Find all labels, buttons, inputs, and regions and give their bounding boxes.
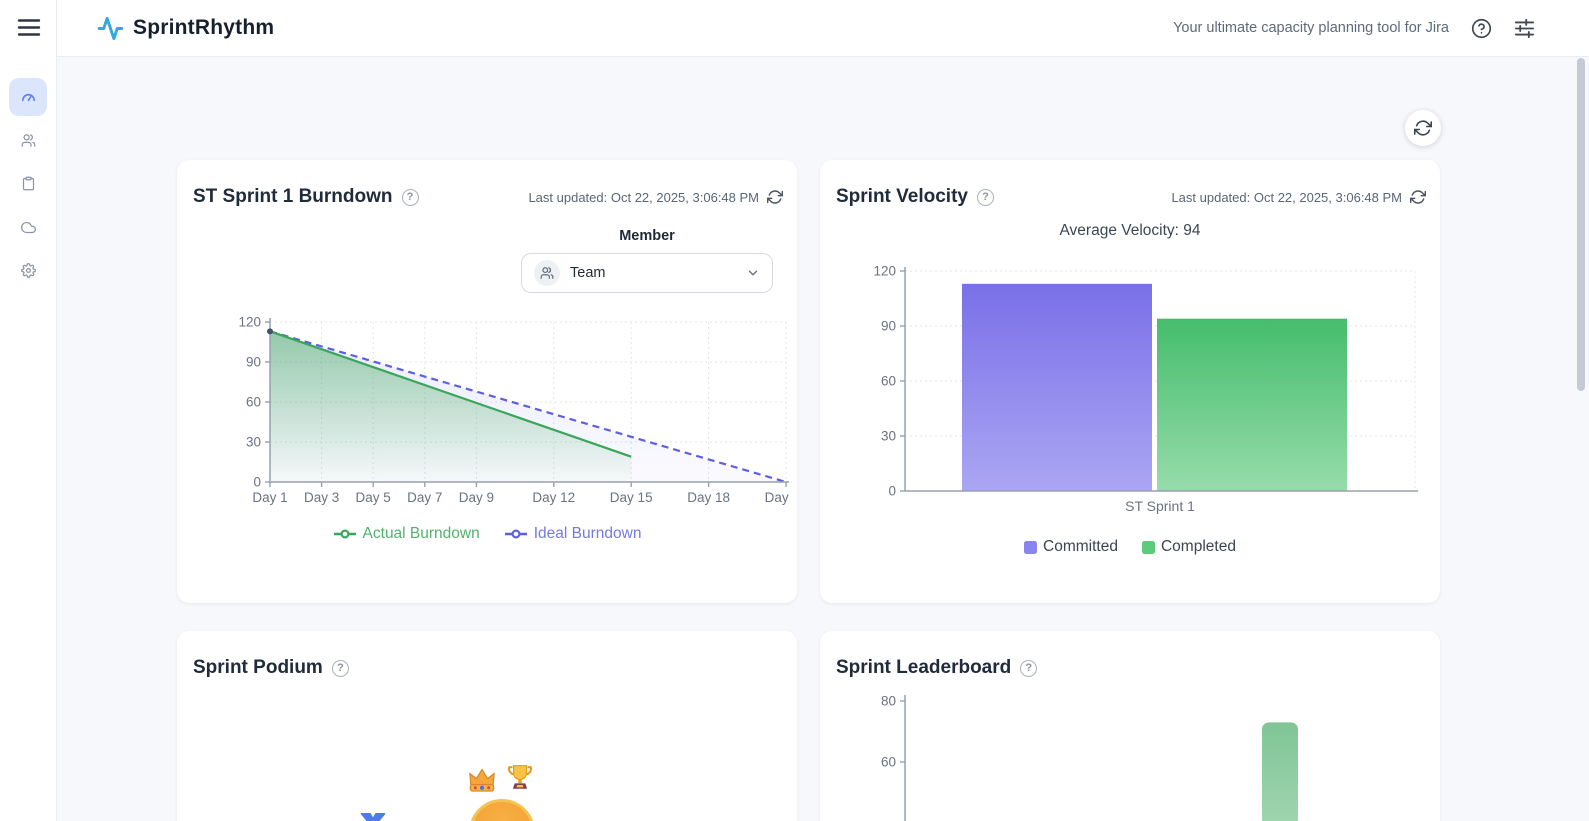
burndown-refresh-button[interactable] [767, 189, 783, 205]
svg-text:Day 9: Day 9 [459, 490, 494, 505]
svg-text:30: 30 [246, 435, 261, 450]
leaderboard-help-icon[interactable]: ? [1020, 660, 1037, 677]
menu-toggle-button[interactable] [16, 18, 42, 40]
crown-icon [468, 767, 496, 793]
help-button[interactable] [1471, 18, 1492, 39]
velocity-chart: 0 30 60 90 120 ST Sprint 1 [820, 248, 1440, 523]
svg-text:90: 90 [881, 319, 896, 334]
burndown-card: ST Sprint 1 Burndown ? Last updated: Oct… [177, 160, 797, 603]
refresh-icon [767, 189, 783, 205]
member-select[interactable]: Team [521, 253, 773, 293]
trophy-icon [507, 764, 533, 793]
burndown-title: ST Sprint 1 Burndown [193, 186, 393, 208]
svg-text:120: 120 [873, 264, 896, 279]
users-icon [540, 266, 554, 280]
hamburger-icon [17, 18, 41, 37]
brand: SprintRhythm [97, 15, 274, 42]
dashboard-content: ST Sprint 1 Burndown ? Last updated: Oct… [57, 57, 1589, 821]
member-select-chip [534, 260, 560, 286]
sidebar-item-settings[interactable] [9, 256, 47, 284]
topbar-right: Your ultimate capacity planning tool for… [1173, 18, 1535, 39]
svg-text:Day 1: Day 1 [252, 490, 287, 505]
velocity-card-header: Sprint Velocity ? Last updated: Oct 22, … [836, 186, 1426, 208]
sidebar-item-board[interactable] [9, 169, 47, 197]
svg-text:80: 80 [881, 694, 896, 709]
svg-text:60: 60 [881, 374, 896, 389]
svg-text:Day 21: Day 21 [765, 490, 792, 505]
member-filter: Member Team [521, 228, 773, 293]
legend-label: Actual Burndown [363, 525, 480, 543]
cloud-icon [21, 220, 36, 235]
scrollbar-thumb[interactable] [1577, 58, 1585, 391]
sidebar-item-cloud[interactable] [9, 213, 47, 241]
legend-item[interactable]: Ideal Burndown [504, 525, 642, 543]
svg-text:Day 18: Day 18 [687, 490, 730, 505]
sidebar-item-team[interactable] [9, 126, 47, 154]
users-icon [21, 133, 36, 148]
svg-text:60: 60 [881, 755, 896, 770]
svg-text:120: 120 [238, 315, 261, 330]
sidebar-item-dashboard[interactable] [9, 78, 47, 116]
svg-text:Day 5: Day 5 [356, 490, 391, 505]
gauge-icon [20, 89, 37, 106]
top-header: SprintRhythm Your ultimate capacity plan… [57, 0, 1589, 57]
activity-logo-icon [97, 15, 124, 42]
leaderboard-chart: 80 60 [820, 675, 1440, 821]
burndown-legend: Actual Burndown Ideal Burndown [177, 525, 797, 543]
refresh-icon [1414, 119, 1432, 137]
burndown-chart: 0 30 60 90 120 Day 1 Day 3 Day 5 Day 7 Day 9 Day 1… [212, 304, 792, 522]
svg-text:Day 7: Day 7 [407, 490, 442, 505]
podium-card-header: Sprint Podium ? [193, 657, 783, 679]
legend-swatch [1142, 541, 1155, 554]
burndown-card-header: ST Sprint 1 Burndown ? Last updated: Oct… [193, 186, 783, 208]
refresh-all-button[interactable] [1405, 110, 1441, 146]
legend-label: Committed [1043, 538, 1118, 556]
velocity-card: Sprint Velocity ? Last updated: Oct 22, … [820, 160, 1440, 603]
chevron-down-icon [746, 266, 760, 280]
sidebar [0, 0, 57, 821]
app-title: SprintRhythm [133, 16, 274, 40]
medal-ribbon-icon [360, 813, 386, 821]
legend-item[interactable]: Completed [1142, 538, 1236, 556]
velocity-title: Sprint Velocity [836, 186, 968, 208]
legend-line-marker [504, 528, 528, 540]
legend-swatch [1024, 541, 1037, 554]
refresh-icon [1410, 189, 1426, 205]
help-icon [1471, 18, 1492, 39]
first-place-avatar [469, 799, 535, 821]
preferences-button[interactable] [1514, 19, 1535, 38]
velocity-refresh-button[interactable] [1410, 189, 1426, 205]
svg-text:ST Sprint 1: ST Sprint 1 [1125, 498, 1195, 514]
svg-text:60: 60 [246, 395, 261, 410]
gear-icon [21, 263, 36, 278]
tagline: Your ultimate capacity planning tool for… [1173, 20, 1449, 36]
member-select-value: Team [570, 265, 605, 281]
average-velocity-text: Average Velocity: 94 [820, 222, 1440, 240]
svg-text:30: 30 [881, 429, 896, 444]
velocity-last-updated: Last updated: Oct 22, 2025, 3:06:48 PM [1171, 190, 1402, 205]
member-label: Member [521, 228, 773, 244]
svg-text:Day 12: Day 12 [532, 490, 575, 505]
svg-text:90: 90 [246, 355, 261, 370]
podium-help-icon[interactable]: ? [332, 660, 349, 677]
svg-text:Day 3: Day 3 [304, 490, 339, 505]
app-root: SprintRhythm Your ultimate capacity plan… [0, 0, 1589, 821]
legend-item[interactable]: Committed [1024, 538, 1118, 556]
legend-item[interactable]: Actual Burndown [333, 525, 480, 543]
legend-label: Completed [1161, 538, 1236, 556]
leaderboard-card: Sprint Leaderboard ? 8060 [820, 631, 1440, 821]
svg-text:0: 0 [888, 484, 896, 499]
burndown-last-updated: Last updated: Oct 22, 2025, 3:06:48 PM [528, 190, 759, 205]
burndown-help-icon[interactable]: ? [402, 189, 419, 206]
podium-card: Sprint Podium ? [177, 631, 797, 821]
clipboard-icon [21, 176, 36, 191]
sliders-icon [1514, 19, 1535, 38]
svg-text:0: 0 [253, 475, 261, 490]
podium-title: Sprint Podium [193, 657, 323, 679]
legend-label: Ideal Burndown [534, 525, 642, 543]
svg-text:Day 15: Day 15 [610, 490, 653, 505]
velocity-help-icon[interactable]: ? [977, 189, 994, 206]
legend-line-marker [333, 528, 357, 540]
velocity-legend: Committed Completed [820, 538, 1440, 556]
